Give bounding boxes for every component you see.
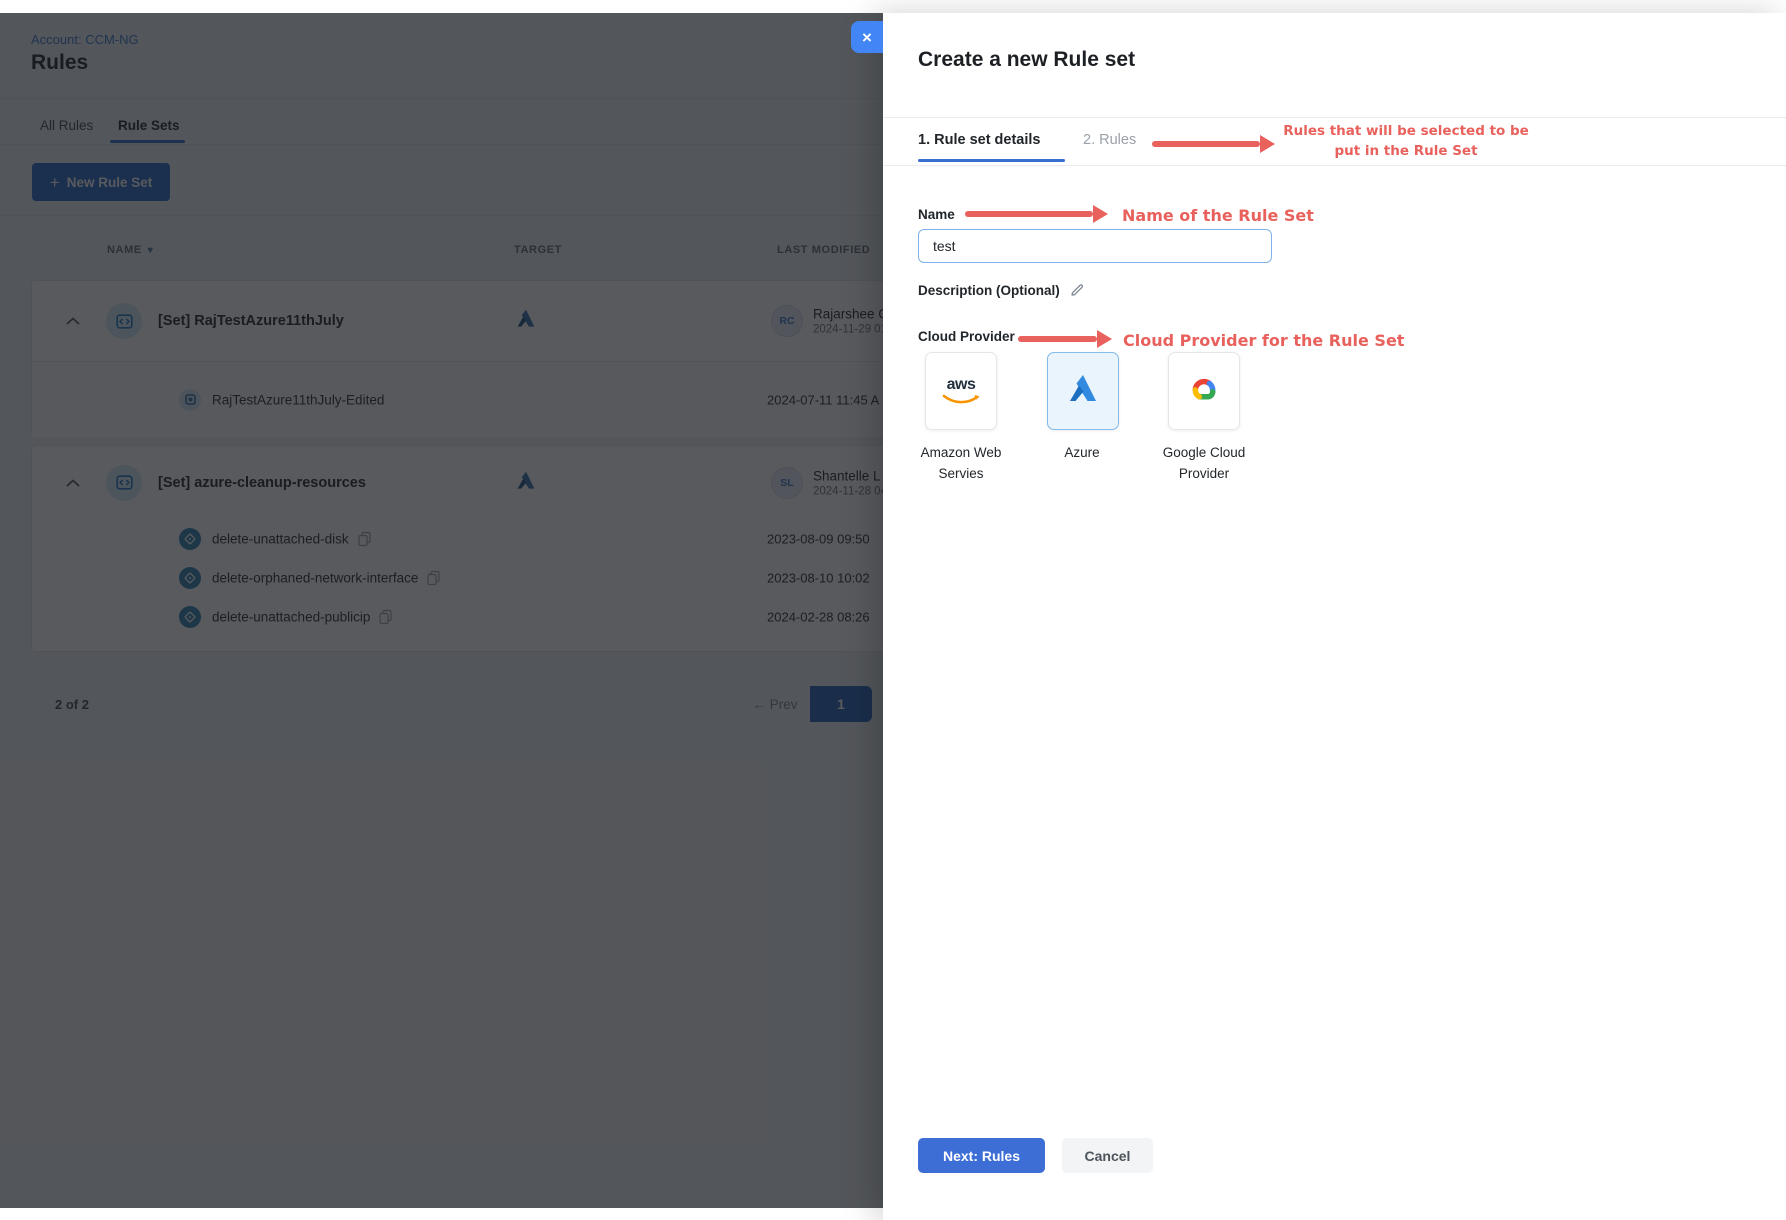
description-label: Description (Optional): [918, 283, 1060, 298]
annotation-provider-note: Cloud Provider for the Rule Set: [1123, 331, 1404, 350]
provider-card-aws[interactable]: aws: [925, 352, 997, 430]
pencil-icon[interactable]: [1069, 282, 1085, 298]
gcp-logo-icon: [1183, 370, 1225, 413]
annotation-arrow: [1018, 330, 1112, 348]
annotation-arrow: [965, 205, 1108, 223]
provider-card-azure[interactable]: [1047, 352, 1119, 430]
active-step-underline: [918, 159, 1065, 162]
create-rule-set-modal: Create a new Rule set 1. Rule set detail…: [883, 13, 1786, 1220]
app-root: Account: CCM-NG Rules All Rules Rule Set…: [0, 0, 1786, 1220]
annotation-name-note: Name of the Rule Set: [1122, 206, 1314, 225]
provider-label-azure: Azure: [1022, 443, 1142, 464]
provider-card-gcp[interactable]: [1168, 352, 1240, 430]
annotation-step2-note: Rules that will be selected to be put in…: [1275, 122, 1537, 161]
step-rules[interactable]: 2. Rules: [1083, 130, 1136, 150]
provider-label-aws: Amazon Web Servies: [901, 443, 1021, 485]
cancel-button[interactable]: Cancel: [1062, 1138, 1153, 1173]
annotation-arrow: [1152, 135, 1275, 153]
modal-backdrop: [0, 13, 883, 1208]
next-rules-button[interactable]: Next: Rules: [918, 1138, 1045, 1173]
cloud-provider-label: Cloud Provider: [918, 329, 1015, 344]
close-icon: ×: [862, 29, 872, 46]
modal-title: Create a new Rule set: [918, 48, 1135, 72]
divider: [883, 117, 1786, 118]
rules-page: Account: CCM-NG Rules All Rules Rule Set…: [0, 13, 883, 1208]
aws-logo-icon: aws: [941, 377, 981, 405]
name-input[interactable]: [918, 229, 1272, 263]
step-rule-set-details[interactable]: 1. Rule set details: [918, 130, 1041, 150]
provider-label-gcp: Google Cloud Provider: [1144, 443, 1264, 485]
description-row: Description (Optional): [918, 282, 1085, 298]
name-label: Name: [918, 207, 955, 222]
divider: [883, 165, 1786, 166]
close-button[interactable]: ×: [851, 21, 883, 53]
azure-logo-icon: [1066, 374, 1100, 408]
